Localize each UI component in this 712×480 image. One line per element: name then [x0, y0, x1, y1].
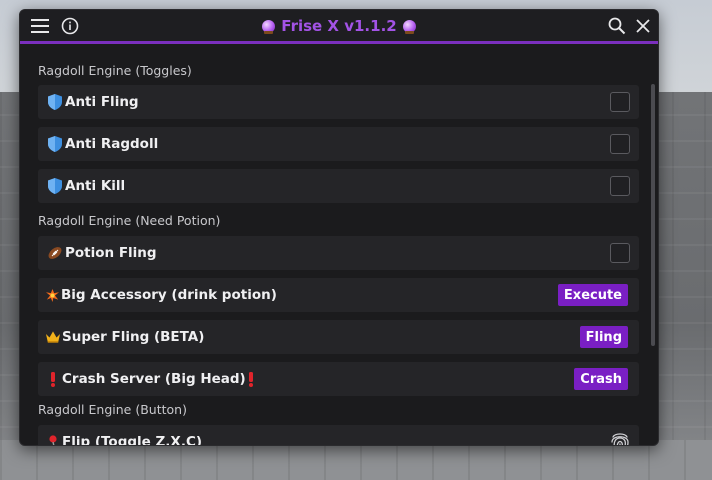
execute-button[interactable]: Execute	[557, 284, 628, 306]
baseplate-foreground	[0, 440, 712, 480]
row-label: Flip (Toggle Z,X,C)	[62, 434, 203, 445]
potion-fling-checkbox[interactable]	[610, 243, 630, 263]
window-title: Frise X v1.1.2	[20, 10, 658, 42]
row-label: Big Accessory (drink potion)	[61, 287, 277, 303]
crown-icon	[46, 329, 60, 346]
crystal-ball-icon	[262, 19, 276, 34]
row-anti-kill[interactable]: Anti Kill	[38, 169, 639, 203]
exclamation-icon	[248, 371, 254, 387]
shield-icon	[46, 94, 63, 111]
row-label: Anti Fling	[65, 94, 139, 110]
row-label: Super Fling (BETA)	[62, 329, 205, 345]
section-header-need-potion: Ragdoll Engine (Need Potion)	[38, 213, 221, 228]
row-super-fling[interactable]: Super Fling (BETA) Fling	[38, 320, 639, 354]
row-label: Anti Ragdoll	[65, 136, 159, 152]
row-label: Anti Kill	[65, 178, 126, 194]
row-label: Potion Fling	[65, 245, 157, 261]
search-icon[interactable]	[606, 16, 628, 36]
fling-button[interactable]: Fling	[579, 326, 628, 348]
row-flip[interactable]: Flip (Toggle Z,X,C)	[38, 425, 639, 445]
row-crash-server[interactable]: Crash Server (Big Head) Crash	[38, 362, 639, 396]
script-hub-window: Frise X v1.1.2 Ragdoll Engine (Toggles) …	[19, 9, 659, 446]
crash-button[interactable]: Crash	[574, 368, 628, 390]
scroll-content[interactable]: Ragdoll Engine (Toggles) Anti Fling Anti…	[20, 44, 658, 445]
title-bar[interactable]: Frise X v1.1.2	[20, 10, 658, 42]
section-header-button: Ragdoll Engine (Button)	[38, 402, 187, 417]
explosion-icon	[46, 287, 59, 304]
vertical-scrollbar[interactable]	[651, 84, 655, 346]
exclamation-icon	[46, 371, 60, 388]
row-anti-ragdoll[interactable]: Anti Ragdoll	[38, 127, 639, 161]
shield-icon	[46, 178, 63, 195]
fingerprint-icon[interactable]	[609, 431, 631, 445]
section-header-toggles: Ragdoll Engine (Toggles)	[38, 63, 192, 78]
football-icon	[46, 245, 63, 262]
row-potion-fling[interactable]: Potion Fling	[38, 236, 639, 270]
pin-icon	[46, 434, 60, 445]
row-anti-fling[interactable]: Anti Fling	[38, 85, 639, 119]
window-title-text: Frise X v1.1.2	[281, 17, 397, 35]
row-label: Crash Server (Big Head)	[62, 371, 246, 387]
close-icon[interactable]	[632, 16, 654, 36]
shield-icon	[46, 136, 63, 153]
anti-kill-checkbox[interactable]	[610, 176, 630, 196]
crystal-ball-icon	[402, 19, 416, 34]
anti-fling-checkbox[interactable]	[610, 92, 630, 112]
row-big-accessory[interactable]: Big Accessory (drink potion) Execute	[38, 278, 639, 312]
anti-ragdoll-checkbox[interactable]	[610, 134, 630, 154]
